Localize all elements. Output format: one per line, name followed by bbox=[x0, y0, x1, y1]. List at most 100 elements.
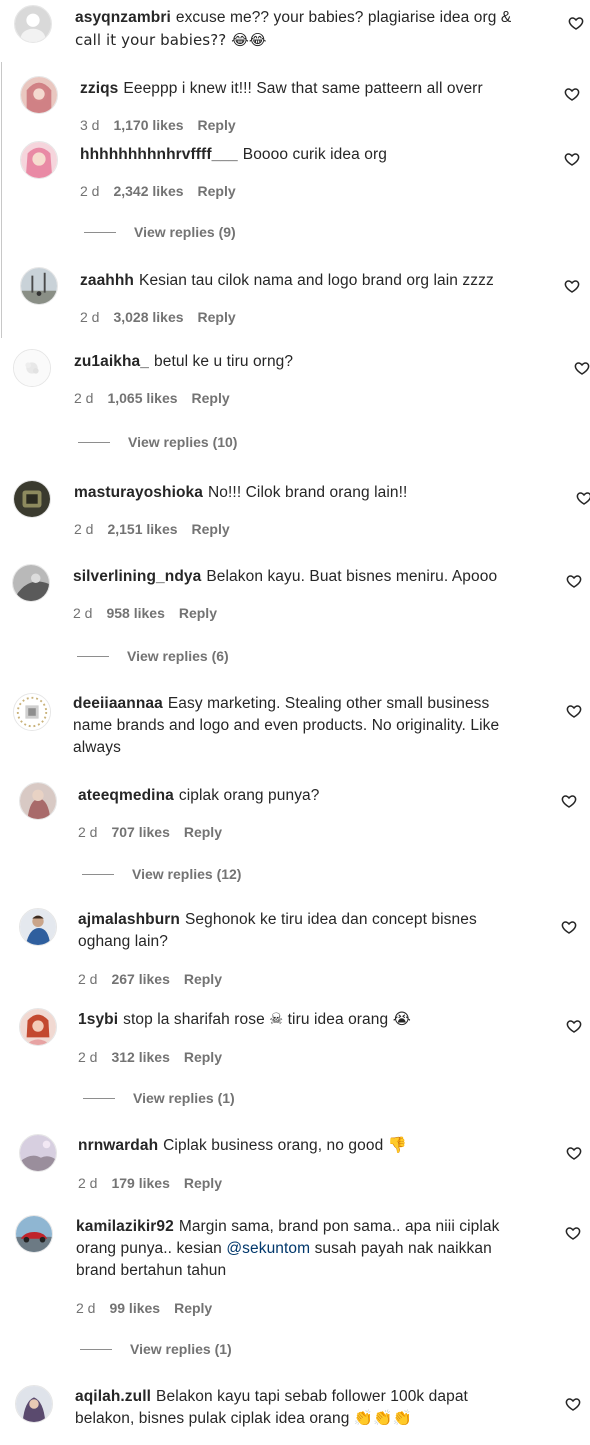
timestamp: 2 d bbox=[78, 971, 98, 987]
like-icon[interactable] bbox=[565, 1396, 581, 1412]
username[interactable]: hhhhhhhhnhrvffff___ bbox=[80, 146, 238, 163]
view-replies-button[interactable]: View replies (6) bbox=[77, 647, 229, 665]
username[interactable]: ateeqmedina bbox=[78, 787, 174, 804]
comment-meta: 2 d 312 likes Reply bbox=[78, 1048, 222, 1066]
likes-count[interactable]: 3,028 likes bbox=[113, 308, 183, 326]
reply-button[interactable]: Reply bbox=[179, 604, 217, 622]
timestamp: 2 d bbox=[80, 309, 100, 325]
likes-count[interactable]: 1,170 likes bbox=[113, 116, 183, 134]
username[interactable]: ajmalashburn bbox=[78, 911, 180, 928]
view-replies-button[interactable]: View replies (10) bbox=[78, 433, 237, 451]
reply-button[interactable]: Reply bbox=[198, 308, 236, 326]
like-icon[interactable] bbox=[574, 360, 590, 376]
username[interactable]: aqilah.zull bbox=[75, 1388, 151, 1405]
username[interactable]: deeiiaannaa bbox=[73, 695, 163, 712]
avatar[interactable] bbox=[15, 1385, 53, 1423]
view-replies-button[interactable]: View replies (12) bbox=[82, 865, 241, 883]
avatar[interactable] bbox=[15, 1215, 53, 1253]
username[interactable]: masturayoshioka bbox=[74, 484, 203, 501]
comment-meta: 2 d 267 likes Reply bbox=[78, 970, 222, 988]
comment-meta: 2 d 99 likes Reply bbox=[76, 1299, 212, 1317]
comment-meta: 2 d 958 likes Reply bbox=[73, 604, 217, 622]
view-replies-button[interactable]: View replies (1) bbox=[83, 1089, 235, 1107]
avatar[interactable] bbox=[20, 76, 58, 114]
divider bbox=[83, 1097, 115, 1099]
avatar[interactable] bbox=[12, 564, 50, 602]
avatar[interactable] bbox=[19, 1008, 57, 1046]
view-replies-button[interactable]: View replies (9) bbox=[84, 223, 236, 241]
view-replies-button[interactable]: View replies (1) bbox=[80, 1340, 232, 1358]
likes-count[interactable]: 2,342 likes bbox=[113, 182, 183, 200]
timestamp: 2 d bbox=[78, 1049, 98, 1065]
timestamp: 3 d bbox=[80, 117, 100, 133]
comment-text: ajmalashburn Seghonok ke tiru idea dan co… bbox=[78, 911, 477, 950]
reply-button[interactable]: Reply bbox=[184, 1048, 222, 1066]
mention-link[interactable]: @sekuntom bbox=[226, 1240, 310, 1257]
username[interactable]: 1sybi bbox=[78, 1011, 118, 1028]
avatar[interactable] bbox=[20, 267, 58, 305]
username[interactable]: nrnwardah bbox=[78, 1137, 158, 1154]
avatar[interactable] bbox=[20, 141, 58, 179]
comment-text: deeiiaannaa Easy marketing. Stealing othe… bbox=[73, 695, 500, 756]
view-replies-label: View replies (12) bbox=[132, 866, 242, 882]
reply-button[interactable]: Reply bbox=[192, 389, 230, 407]
likes-count[interactable]: 312 likes bbox=[111, 1048, 169, 1066]
likes-count[interactable]: 707 likes bbox=[111, 823, 169, 841]
reply-button[interactable]: Reply bbox=[192, 520, 230, 538]
comment-meta: 2 d 3,028 likes Reply bbox=[80, 308, 236, 326]
likes-count[interactable]: 2,151 likes bbox=[107, 520, 177, 538]
like-icon[interactable] bbox=[568, 15, 584, 31]
avatar[interactable] bbox=[13, 693, 51, 731]
like-icon[interactable] bbox=[566, 703, 582, 719]
username[interactable]: silverlining_ndya bbox=[73, 568, 201, 585]
like-icon[interactable] bbox=[561, 919, 577, 935]
likes-count[interactable]: 267 likes bbox=[111, 970, 169, 988]
comment-text: masturayoshioka No!!! Cilok brand orang l… bbox=[74, 484, 408, 501]
avatar[interactable] bbox=[13, 349, 51, 387]
reply-button[interactable]: Reply bbox=[198, 116, 236, 134]
divider bbox=[77, 655, 109, 657]
view-replies-label: View replies (1) bbox=[130, 1341, 232, 1357]
likes-count[interactable]: 958 likes bbox=[106, 604, 164, 622]
comment-text: zu1aikha_ betul ke u tiru orng? bbox=[74, 353, 294, 370]
avatar[interactable] bbox=[14, 5, 52, 43]
like-icon[interactable] bbox=[566, 573, 582, 589]
avatar[interactable] bbox=[19, 1134, 57, 1172]
username[interactable]: zu1aikha_ bbox=[74, 353, 149, 370]
username[interactable]: asyqnzambri bbox=[75, 9, 171, 26]
timestamp: 2 d bbox=[80, 183, 100, 199]
avatar[interactable] bbox=[19, 782, 57, 820]
reply-thread-line bbox=[1, 62, 2, 338]
like-icon[interactable] bbox=[565, 1225, 581, 1241]
username[interactable]: zaahhh bbox=[80, 272, 134, 289]
like-icon[interactable] bbox=[566, 1145, 582, 1161]
username[interactable]: zziqs bbox=[80, 80, 118, 97]
like-icon[interactable] bbox=[564, 151, 580, 167]
comment-text: nrnwardah Ciplak business orang, no good … bbox=[78, 1137, 408, 1154]
avatar[interactable] bbox=[13, 480, 51, 518]
like-icon[interactable] bbox=[576, 490, 590, 506]
view-replies-label: View replies (1) bbox=[133, 1090, 235, 1106]
likes-count[interactable]: 99 likes bbox=[109, 1299, 160, 1317]
like-icon[interactable] bbox=[561, 793, 577, 809]
like-icon[interactable] bbox=[564, 278, 580, 294]
reply-button[interactable]: Reply bbox=[174, 1299, 212, 1317]
reply-button[interactable]: Reply bbox=[184, 823, 222, 841]
likes-count[interactable]: 1,065 likes bbox=[107, 389, 177, 407]
divider bbox=[84, 231, 116, 233]
comment-text: kamilazikir92 Margin sama, brand pon sama… bbox=[76, 1218, 500, 1279]
like-icon[interactable] bbox=[566, 1018, 582, 1034]
comment-text: ateeqmedina ciplak orang punya? bbox=[78, 787, 320, 804]
reply-button[interactable]: Reply bbox=[184, 970, 222, 988]
avatar[interactable] bbox=[19, 908, 57, 946]
likes-count[interactable]: 179 likes bbox=[111, 1174, 169, 1192]
view-replies-label: View replies (10) bbox=[128, 434, 238, 450]
comment-text: silverlining_ndya Belakon kayu. Buat bisn… bbox=[73, 568, 498, 585]
divider bbox=[78, 441, 110, 443]
divider bbox=[80, 1348, 112, 1350]
like-icon[interactable] bbox=[564, 86, 580, 102]
reply-button[interactable]: Reply bbox=[184, 1174, 222, 1192]
username[interactable]: kamilazikir92 bbox=[76, 1218, 174, 1235]
reply-button[interactable]: Reply bbox=[198, 182, 236, 200]
comment-meta: 3 d 1,170 likes Reply bbox=[80, 116, 236, 134]
